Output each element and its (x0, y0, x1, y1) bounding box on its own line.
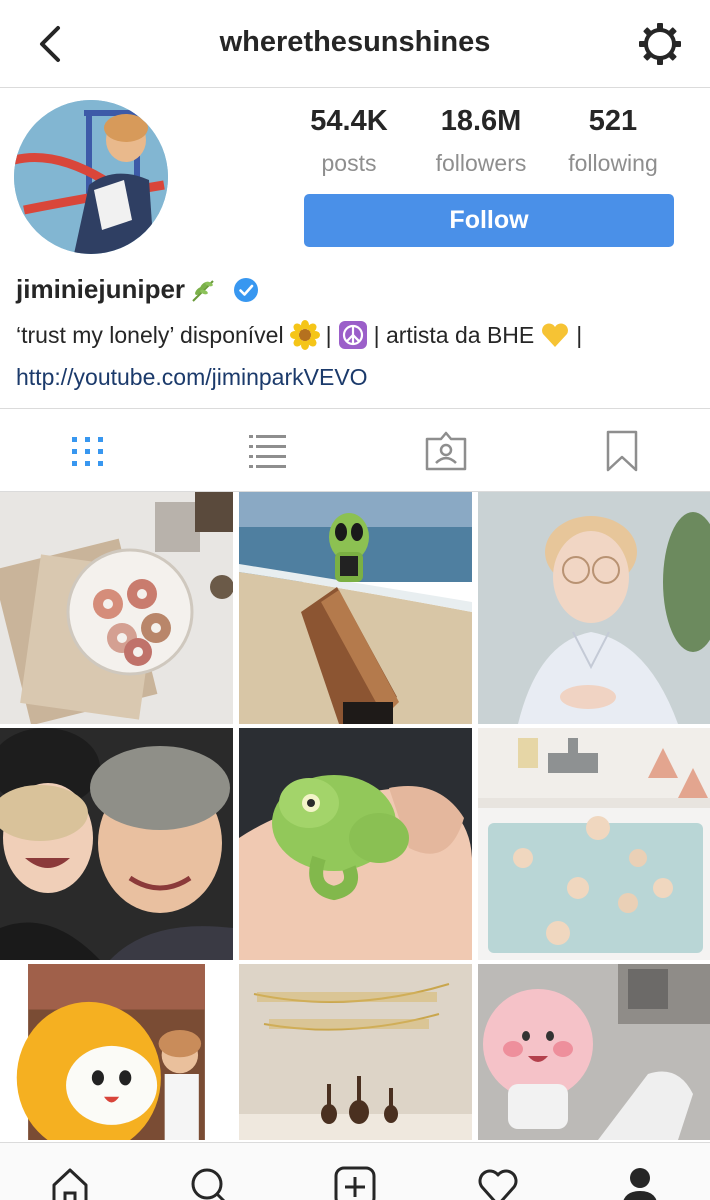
stat-posts[interactable]: 54.4K posts (284, 104, 414, 177)
profile-icon[interactable] (618, 1165, 662, 1200)
stat-followers[interactable]: 18.6M followers (416, 104, 546, 177)
gear-icon[interactable] (636, 20, 684, 68)
bio-separator-2: | (576, 321, 583, 348)
page-title: wherethesunshines (219, 26, 491, 58)
stat-following[interactable]: 521 following (548, 104, 678, 177)
profile-username: jiminiejuniper (16, 274, 259, 305)
profile-bio: ‘trust my lonely’ disponível | | artista… (16, 320, 582, 350)
post-thumbnail[interactable] (478, 492, 710, 724)
post-thumbnail[interactable] (0, 728, 233, 960)
top-bar: wherethesunshines (0, 0, 710, 88)
bio-text-1: ‘trust my lonely’ disponível (16, 321, 284, 348)
avatar[interactable] (14, 100, 168, 254)
posts-grid (0, 492, 710, 1154)
tagged-photos-icon[interactable] (424, 429, 468, 473)
peace-symbol-icon (338, 321, 367, 349)
saved-bookmark-icon[interactable] (600, 429, 644, 473)
following-count: 521 (588, 105, 638, 137)
profile-link[interactable]: http://youtube.com/jiminparkVEVO (16, 364, 368, 391)
username-text: jiminiejuniper (16, 274, 186, 304)
post-thumbnail[interactable] (239, 728, 472, 960)
posts-count: 54.4K (310, 105, 388, 137)
add-post-icon[interactable] (333, 1165, 377, 1200)
profile-tab-bar (0, 408, 710, 492)
following-label: following (568, 150, 658, 176)
grid-view-icon[interactable] (66, 429, 110, 473)
sunflower-icon (289, 320, 320, 350)
search-icon[interactable] (188, 1165, 232, 1200)
bottom-navigation (0, 1142, 710, 1200)
activity-heart-icon[interactable] (476, 1165, 520, 1200)
post-thumbnail[interactable] (239, 492, 472, 724)
bio-separator-1: | (325, 321, 332, 348)
post-thumbnail[interactable] (478, 728, 710, 960)
verified-badge-icon (234, 277, 259, 302)
herb-leaf-icon (192, 279, 214, 302)
post-thumbnail[interactable] (0, 492, 233, 724)
follow-button[interactable]: Follow (304, 194, 674, 247)
followers-label: followers (435, 150, 527, 176)
list-view-icon[interactable] (245, 429, 289, 473)
followers-count: 18.6M (440, 105, 522, 137)
home-icon[interactable] (48, 1165, 92, 1200)
posts-label: posts (321, 150, 377, 176)
yellow-heart-icon (542, 323, 569, 347)
chevron-left-icon[interactable] (30, 22, 74, 66)
bio-text-2: | artista da BHE (373, 321, 535, 348)
